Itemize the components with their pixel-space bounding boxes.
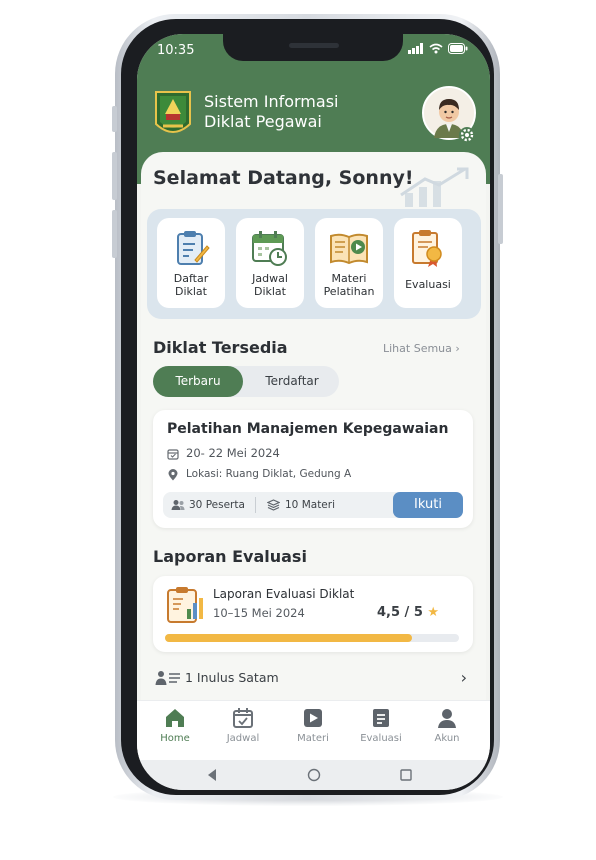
app-title-line2: Diklat Pegawai xyxy=(204,112,322,131)
wifi-icon xyxy=(429,43,443,54)
phone-notch xyxy=(223,34,403,61)
course-title: Pelatihan Manajemen Kepegawaian xyxy=(167,421,449,437)
see-all-link[interactable]: Lihat Semua › xyxy=(383,342,460,355)
recents-square-icon[interactable] xyxy=(399,768,413,782)
app-title-line1: Sistem Informasi xyxy=(204,92,339,111)
volume-down-button xyxy=(112,210,117,258)
course-card[interactable]: Pelatihan Manajemen Kepegawaian 20- 22 M… xyxy=(153,410,473,528)
nav-evaluasi[interactable]: Evaluasi xyxy=(351,707,411,744)
location-pin-icon xyxy=(168,469,178,481)
chevron-right-icon: › xyxy=(460,668,467,687)
nav-jadwal[interactable]: Jadwal xyxy=(213,707,273,744)
join-button[interactable]: Ikuti xyxy=(393,492,463,518)
settings-gear-icon[interactable] xyxy=(458,126,476,144)
nav-akun[interactable]: Akun xyxy=(417,707,477,744)
graduates-row[interactable]: 1 Inulus Satam › xyxy=(153,666,473,690)
course-date: 20- 22 Mei 2024 xyxy=(186,446,280,460)
book-video-icon xyxy=(330,233,368,265)
label-line2: Diklat xyxy=(253,285,286,298)
back-triangle-icon[interactable] xyxy=(205,768,219,782)
bottom-navigation: Home Jadwal Materi Evaluasi Akun xyxy=(137,700,490,760)
tab-terdaftar[interactable]: Terdaftar xyxy=(245,366,339,397)
user-list-icon xyxy=(155,671,180,685)
label-line1: Jadwal xyxy=(252,272,288,285)
certificate-icon xyxy=(412,230,442,267)
calendar-clock-icon xyxy=(252,231,287,266)
label-line2: Pelatihan xyxy=(323,285,375,298)
home-circle-icon[interactable] xyxy=(307,768,321,782)
mute-switch xyxy=(112,106,117,132)
participants-icon xyxy=(171,500,185,510)
graduates-label: 1 Inulus Satam xyxy=(185,670,279,685)
home-icon xyxy=(166,709,184,727)
calendar-icon xyxy=(233,708,253,728)
quick-action-label: Evaluasi xyxy=(394,278,462,291)
volume-up-button xyxy=(112,152,117,200)
app-screen: 10:35 Sistem Informasi Diklat Pegawai Se… xyxy=(137,34,490,790)
report-score: 4,5 / 5 ★ xyxy=(377,605,439,620)
label-line2: Diklat xyxy=(174,285,207,298)
quick-action-label: Jadwal Diklat xyxy=(236,272,304,298)
nav-label: Akun xyxy=(434,733,460,744)
regency-logo-icon xyxy=(155,91,191,133)
phone-frame: 10:35 Sistem Informasi Diklat Pegawai Se… xyxy=(112,14,503,800)
user-icon xyxy=(438,709,456,728)
status-time: 10:35 xyxy=(157,43,195,58)
tab-terbaru[interactable]: Terbaru xyxy=(153,366,243,397)
nav-label: Home xyxy=(160,733,190,744)
nav-label: Jadwal xyxy=(226,733,260,744)
quick-action-evaluasi[interactable]: Evaluasi xyxy=(394,218,462,308)
quick-action-daftar-diklat[interactable]: Daftar Diklat xyxy=(157,218,225,308)
clipboard-icon xyxy=(177,231,210,265)
speaker-grille xyxy=(289,43,339,48)
phone-bezel: 10:35 Sistem Informasi Diklat Pegawai Se… xyxy=(121,19,494,795)
document-icon xyxy=(373,709,389,727)
courses-section-title: Diklat Tersedia xyxy=(153,338,288,357)
course-location: Lokasi: Ruang Diklat, Gedung A xyxy=(186,468,352,480)
course-tabs: Terbaru Terdaftar xyxy=(153,366,339,397)
report-progress-track xyxy=(165,634,459,642)
see-all-label: Lihat Semua xyxy=(383,342,452,355)
score-value: 4,5 / 5 xyxy=(377,605,423,620)
stats-divider xyxy=(255,497,256,513)
app-title: Sistem Informasi Diklat Pegawai xyxy=(204,92,338,132)
report-chart-icon xyxy=(167,587,203,623)
label-line1: Materi xyxy=(331,272,367,285)
status-icons xyxy=(408,43,468,54)
trend-chart-icon xyxy=(400,167,469,207)
calendar-icon xyxy=(167,449,179,460)
label-line1: Daftar xyxy=(173,272,209,285)
star-icon: ★ xyxy=(427,605,440,620)
nav-materi[interactable]: Materi xyxy=(283,707,343,744)
report-card[interactable]: Laporan Evaluasi Diklat 10–15 Mei 2024 4… xyxy=(153,576,473,652)
chevron-right-icon: › xyxy=(455,342,460,355)
nav-label: Evaluasi xyxy=(360,733,402,744)
report-date: 10–15 Mei 2024 xyxy=(213,606,305,620)
video-play-icon xyxy=(304,709,322,727)
layers-icon xyxy=(267,499,280,511)
greeting-heading: Selamat Datang, Sonny! xyxy=(153,167,414,189)
nav-home[interactable]: Home xyxy=(145,707,205,744)
battery-icon xyxy=(448,43,468,54)
label-line1: Evaluasi xyxy=(405,278,451,291)
quick-action-materi-pelatihan[interactable]: Materi Pelatihan xyxy=(315,218,383,308)
power-button xyxy=(498,174,503,244)
signal-icon xyxy=(408,43,423,54)
participants-count: 30 Peserta xyxy=(189,499,245,511)
report-section-title: Laporan Evaluasi xyxy=(153,547,307,566)
system-navigation-bar xyxy=(137,760,490,790)
nav-label: Materi xyxy=(297,733,329,744)
report-progress-fill xyxy=(165,634,412,642)
report-title: Laporan Evaluasi Diklat xyxy=(213,587,355,601)
quick-action-label: Daftar Diklat xyxy=(157,272,225,298)
materials-count: 10 Materi xyxy=(285,499,336,511)
quick-action-jadwal-diklat[interactable]: Jadwal Diklat xyxy=(236,218,304,308)
quick-action-label: Materi Pelatihan xyxy=(315,272,383,298)
